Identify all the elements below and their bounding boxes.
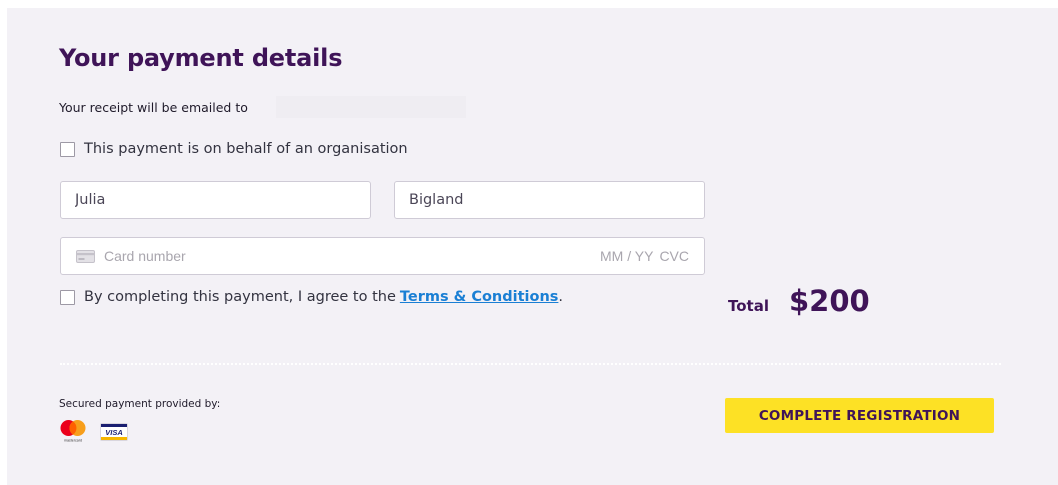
card-icon	[76, 249, 95, 263]
total-amount: $200	[788, 284, 870, 318]
card-expiry-placeholder: MM / YY	[600, 248, 654, 264]
card-cvc-placeholder: CVC	[659, 248, 689, 264]
total-summary: Total $200	[728, 284, 870, 318]
total-label: Total	[728, 297, 769, 315]
section-divider	[60, 363, 1001, 365]
visa-wordmark: VISA	[105, 428, 123, 437]
organisation-checkbox[interactable]	[60, 141, 75, 157]
last-name-field[interactable]	[394, 181, 705, 219]
receipt-notice: Your receipt will be emailed to	[59, 100, 248, 115]
terms-link[interactable]: Terms & Conditions	[400, 289, 559, 305]
mastercard-wordmark: mastercard	[64, 439, 82, 443]
organisation-checkbox-label: This payment is on behalf of an organisa…	[84, 141, 408, 157]
card-number-placeholder: Card number	[104, 248, 186, 264]
terms-checkbox[interactable]	[60, 289, 75, 305]
terms-checkbox-label: By completing this payment, I agree to t…	[84, 289, 396, 305]
visa-logo: VISA	[100, 423, 128, 441]
secured-payment-text: Secured payment provided by:	[59, 398, 221, 410]
first-name-field[interactable]	[60, 181, 371, 219]
card-input[interactable]: Card number MM / YY CVC	[60, 237, 705, 275]
terms-checkbox-row[interactable]: By completing this payment, I agree to t…	[60, 289, 563, 305]
mastercard-logo: mastercard	[60, 420, 86, 443]
complete-registration-button[interactable]: COMPLETE REGISTRATION	[725, 398, 994, 433]
page-title: Your payment details	[59, 44, 343, 72]
terms-suffix: .	[558, 289, 564, 305]
receipt-email-value	[276, 96, 466, 118]
organisation-checkbox-row[interactable]: This payment is on behalf of an organisa…	[60, 141, 408, 157]
